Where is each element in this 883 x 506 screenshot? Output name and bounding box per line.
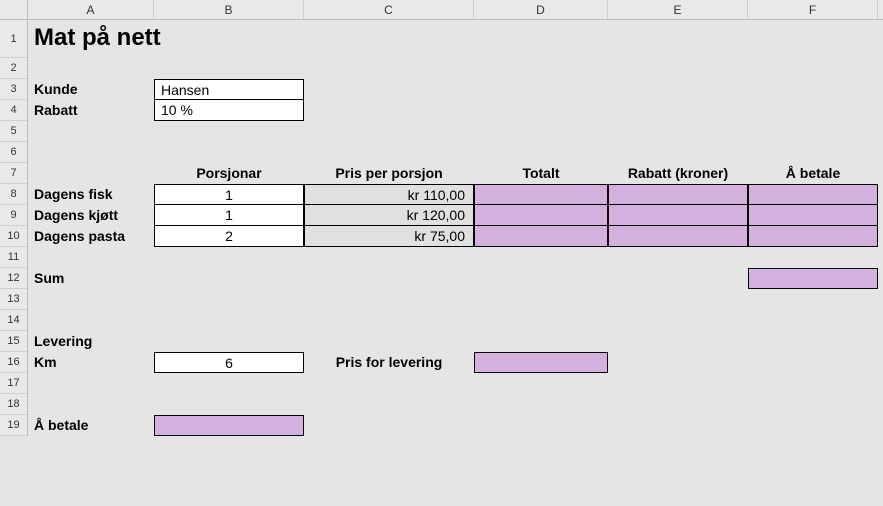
row-header-11[interactable]: 11 bbox=[0, 247, 27, 268]
item-2-portions[interactable]: 2 bbox=[154, 226, 304, 247]
row-header-6[interactable]: 6 bbox=[0, 142, 27, 163]
col-header-d[interactable]: D bbox=[474, 0, 608, 19]
discount-value[interactable]: 10 % bbox=[154, 100, 304, 121]
item-0-topay[interactable] bbox=[748, 184, 878, 205]
row-header-15[interactable]: 15 bbox=[0, 331, 27, 352]
delivery-price-value[interactable] bbox=[474, 352, 608, 373]
item-1-price[interactable]: kr 120,00 bbox=[304, 205, 474, 226]
item-0-name[interactable]: Dagens fisk bbox=[28, 184, 154, 205]
col-header-a[interactable]: A bbox=[28, 0, 154, 19]
row-header-1[interactable]: 1 bbox=[0, 20, 27, 58]
km-value[interactable]: 6 bbox=[154, 352, 304, 373]
row-header-5[interactable]: 5 bbox=[0, 121, 27, 142]
col-header-b[interactable]: B bbox=[154, 0, 304, 19]
select-all-corner[interactable] bbox=[0, 0, 28, 20]
item-1-portions[interactable]: 1 bbox=[154, 205, 304, 226]
header-to-pay[interactable]: Å betale bbox=[748, 163, 878, 184]
customer-label[interactable]: Kunde bbox=[28, 79, 154, 100]
row-header-2[interactable]: 2 bbox=[0, 58, 27, 79]
header-total[interactable]: Totalt bbox=[474, 163, 608, 184]
row-header-12[interactable]: 12 bbox=[0, 268, 27, 289]
col-header-e[interactable]: E bbox=[608, 0, 748, 19]
row-headers: 1 2 3 4 5 6 7 8 9 10 11 12 13 14 15 16 1… bbox=[0, 20, 28, 436]
item-1-name[interactable]: Dagens kjøtt bbox=[28, 205, 154, 226]
col-header-c[interactable]: C bbox=[304, 0, 474, 19]
customer-value[interactable]: Hansen bbox=[154, 79, 304, 100]
km-label[interactable]: Km bbox=[28, 352, 154, 373]
item-0-price[interactable]: kr 110,00 bbox=[304, 184, 474, 205]
to-pay-value[interactable] bbox=[154, 415, 304, 436]
row-header-9[interactable]: 9 bbox=[0, 205, 27, 226]
row-header-14[interactable]: 14 bbox=[0, 310, 27, 331]
item-1-total[interactable] bbox=[474, 205, 608, 226]
header-portions[interactable]: Porsjonar bbox=[154, 163, 304, 184]
row-header-16[interactable]: 16 bbox=[0, 352, 27, 373]
item-2-discount[interactable] bbox=[608, 226, 748, 247]
to-pay-label[interactable]: Å betale bbox=[28, 415, 154, 436]
row-header-13[interactable]: 13 bbox=[0, 289, 27, 310]
item-2-total[interactable] bbox=[474, 226, 608, 247]
item-2-name[interactable]: Dagens pasta bbox=[28, 226, 154, 247]
row-header-8[interactable]: 8 bbox=[0, 184, 27, 205]
item-1-topay[interactable] bbox=[748, 205, 878, 226]
item-0-portions[interactable]: 1 bbox=[154, 184, 304, 205]
page-title[interactable]: Mat på nett bbox=[28, 20, 474, 58]
item-0-total[interactable] bbox=[474, 184, 608, 205]
item-0-discount[interactable] bbox=[608, 184, 748, 205]
delivery-label[interactable]: Levering bbox=[28, 331, 154, 352]
item-2-price[interactable]: kr 75,00 bbox=[304, 226, 474, 247]
spreadsheet: A B C D E F 1 2 3 4 5 6 7 8 9 10 11 12 1… bbox=[0, 0, 883, 506]
sum-label[interactable]: Sum bbox=[28, 268, 154, 289]
row-header-10[interactable]: 10 bbox=[0, 226, 27, 247]
row-header-18[interactable]: 18 bbox=[0, 394, 27, 415]
column-headers: A B C D E F bbox=[28, 0, 883, 20]
cell-a7[interactable] bbox=[28, 163, 154, 184]
delivery-price-label[interactable]: Pris for levering bbox=[304, 352, 474, 373]
discount-label[interactable]: Rabatt bbox=[28, 100, 154, 121]
row-header-4[interactable]: 4 bbox=[0, 100, 27, 121]
item-2-topay[interactable] bbox=[748, 226, 878, 247]
row-header-3[interactable]: 3 bbox=[0, 79, 27, 100]
item-1-discount[interactable] bbox=[608, 205, 748, 226]
sum-value[interactable] bbox=[748, 268, 878, 289]
row-header-7[interactable]: 7 bbox=[0, 163, 27, 184]
header-price-per[interactable]: Pris per porsjon bbox=[304, 163, 474, 184]
row-header-19[interactable]: 19 bbox=[0, 415, 27, 436]
grid-area: Mat på nett Kunde Hansen Rabatt 10 % Por… bbox=[28, 20, 878, 436]
row-header-17[interactable]: 17 bbox=[0, 373, 27, 394]
header-discount-kr[interactable]: Rabatt (kroner) bbox=[608, 163, 748, 184]
col-header-f[interactable]: F bbox=[748, 0, 878, 19]
